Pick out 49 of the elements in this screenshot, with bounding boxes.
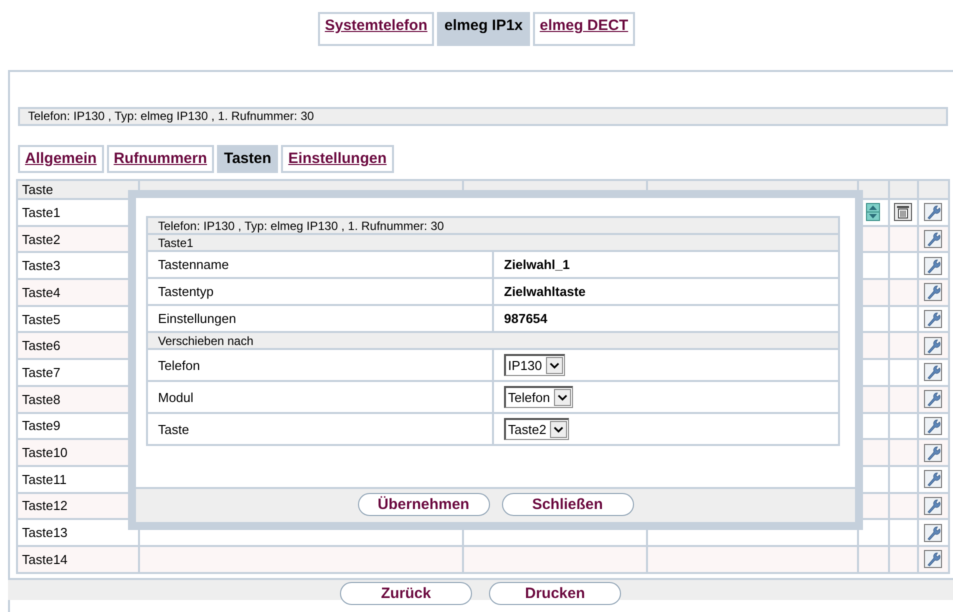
- wrench-icon[interactable]: [924, 550, 942, 568]
- wrench-icon[interactable]: [924, 256, 942, 275]
- button[interactable]: Übernehmen: [358, 493, 490, 516]
- caret-icon: [550, 421, 568, 438]
- wrench-icon[interactable]: [924, 470, 942, 488]
- button[interactable]: Zurück: [340, 582, 472, 605]
- column-header: Taste: [18, 181, 138, 198]
- table-cell: Taste13: [18, 520, 138, 545]
- wrench-icon[interactable]: [924, 416, 942, 435]
- wrench-icon[interactable]: [924, 336, 942, 355]
- wrench-icon[interactable]: [924, 524, 942, 542]
- trash-icon[interactable]: [894, 203, 912, 222]
- field-value: 987654: [494, 306, 838, 331]
- tab[interactable]: Allgemein: [18, 145, 104, 173]
- section-header: Taste1: [148, 235, 838, 250]
- move-icon[interactable]: [866, 203, 880, 222]
- field-label: Telefon: [148, 350, 492, 380]
- select-field[interactable]: IP130: [504, 354, 565, 376]
- button[interactable]: Drucken: [489, 582, 621, 605]
- section-header: Telefon: IP130 , Typ: elmeg IP130 , 1. Rufnummer: 30: [148, 218, 838, 233]
- caret-icon: [554, 389, 571, 406]
- field-label: Modul: [148, 382, 492, 412]
- select-field[interactable]: Telefon: [504, 386, 573, 408]
- wrench-icon[interactable]: [924, 390, 942, 408]
- field-value: Zielwahltaste: [494, 279, 838, 304]
- wrench-icon[interactable]: [924, 444, 942, 462]
- tab[interactable]: elmeg DECT: [532, 12, 636, 46]
- wrench-icon[interactable]: [924, 363, 942, 382]
- wrench-icon[interactable]: [924, 310, 942, 328]
- section-header: Verschieben nach: [148, 333, 838, 348]
- wrench-icon[interactable]: [924, 230, 942, 248]
- field-label: Tastentyp: [148, 279, 492, 304]
- caret-icon: [546, 357, 563, 374]
- wrench-icon[interactable]: [924, 283, 942, 302]
- field-label: Einstellungen: [148, 306, 492, 331]
- field-value: Zielwahl_1: [494, 252, 838, 277]
- tab[interactable]: Tasten: [217, 145, 278, 173]
- table-cell: Taste14: [18, 546, 138, 572]
- tab[interactable]: Systemtelefon: [318, 12, 434, 46]
- button[interactable]: Schließen: [502, 493, 634, 516]
- select-field[interactable]: Taste2: [504, 418, 570, 440]
- tab[interactable]: Einstellungen: [281, 145, 394, 173]
- info-bar: Telefon: IP130 , Typ: elmeg IP130 , 1. Rufnummer: 30: [18, 107, 948, 126]
- wrench-icon[interactable]: [924, 203, 942, 222]
- field-label: Tastenname: [148, 252, 492, 277]
- wrench-icon[interactable]: [924, 496, 942, 515]
- tab[interactable]: elmeg IP1x: [437, 12, 530, 46]
- field-label: Taste: [148, 414, 492, 444]
- tab[interactable]: Rufnummern: [106, 145, 214, 173]
